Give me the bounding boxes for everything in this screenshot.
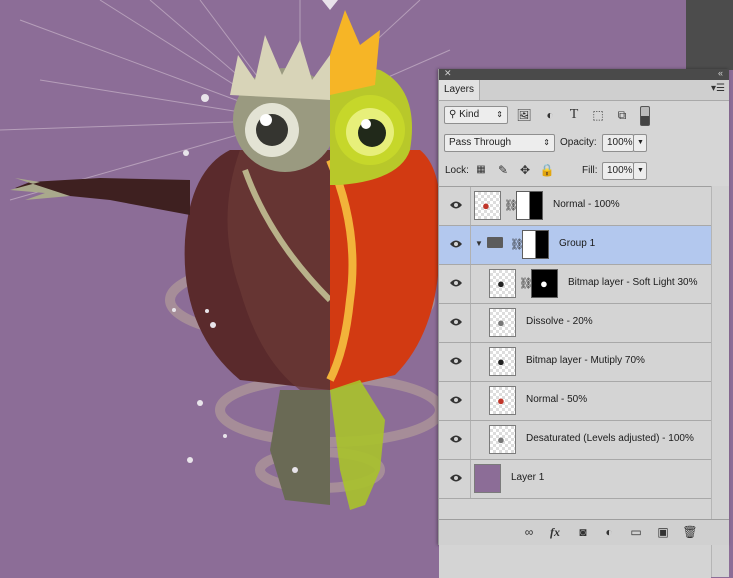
visibility-divider <box>470 421 471 459</box>
folder-icon <box>487 237 503 248</box>
frog-thumbnail-icon: ● <box>497 393 505 408</box>
search-icon: ⚲ <box>449 109 457 120</box>
new-group-icon[interactable]: ▭ <box>628 525 644 539</box>
frog-thumbnail-icon: ● <box>482 198 490 213</box>
layer-row[interactable]: ● Bitmap layer - Mutiply 70% <box>439 343 711 382</box>
layers-panel: ✕ « Layers ▾☰ ⚲ Kind ⇕ 🖼 ◐ T ⬚ ⧉ Pass Th… <box>438 68 729 578</box>
double-chevron-left-icon[interactable]: « <box>718 68 723 78</box>
layer-group-row[interactable]: ▼ ⛓ Group 1 <box>439 226 711 265</box>
opacity-dropdown-button[interactable]: ▼ <box>633 134 647 152</box>
layer-name: Layer 1 <box>511 472 545 483</box>
trash-icon[interactable]: 🗑 <box>682 525 698 539</box>
layer-thumbnail[interactable]: ● <box>474 191 501 220</box>
visibility-eye-icon[interactable] <box>449 473 463 483</box>
layer-name: Desaturated (Levels adjusted) - 100% <box>526 433 694 444</box>
visibility-eye-icon[interactable] <box>449 356 463 366</box>
lock-all-icon[interactable]: 🔒 <box>539 162 555 178</box>
visibility-eye-icon[interactable] <box>449 200 463 210</box>
adjustment-filter-icon[interactable]: ◐ <box>542 107 558 123</box>
group-expand-icon[interactable]: ▼ <box>475 239 483 248</box>
blend-row: Pass Through ⇕ Opacity: 100% ▼ <box>439 129 729 157</box>
visibility-eye-icon[interactable] <box>449 434 463 444</box>
layer-row[interactable]: ● ⛓ Normal - 100% <box>439 187 711 226</box>
layer-thumbnail[interactable]: ● <box>489 308 516 337</box>
layer-name: Dissolve - 20% <box>526 316 593 327</box>
layer-mask-thumbnail[interactable] <box>516 191 543 220</box>
panel-tab-row: Layers ▾☰ <box>439 80 729 101</box>
visibility-divider <box>470 304 471 342</box>
frog-thumbnail-icon: ● <box>497 276 505 291</box>
layer-name: Bitmap layer - Mutiply 70% <box>526 355 645 366</box>
blend-mode-value: Pass Through <box>449 137 512 148</box>
layer-mask-thumbnail[interactable] <box>522 230 549 259</box>
fill-label: Fill: <box>582 165 598 176</box>
filter-row: ⚲ Kind ⇕ 🖼 ◐ T ⬚ ⧉ <box>439 101 729 129</box>
type-filter-icon[interactable]: T <box>566 107 582 123</box>
layer-thumbnail[interactable]: ● <box>489 347 516 376</box>
layer-name: Group 1 <box>559 238 596 249</box>
kind-filter-select[interactable]: ⚲ Kind ⇕ <box>444 106 508 124</box>
lock-transparent-pixels-icon[interactable]: ▦ <box>473 162 489 178</box>
layer-row[interactable]: ● ⛓ ● Bitmap layer - Soft Light 30% <box>439 265 711 304</box>
frog-thumbnail-icon: ● <box>497 315 505 330</box>
layer-mask-thumbnail[interactable]: ● <box>531 269 558 298</box>
visibility-divider <box>470 382 471 420</box>
mask-shape-icon: ● <box>540 276 548 291</box>
link-layers-icon[interactable]: ∞ <box>521 525 537 539</box>
layer-thumbnail[interactable] <box>474 464 501 493</box>
visibility-eye-icon[interactable] <box>449 395 463 405</box>
visibility-eye-icon[interactable] <box>449 317 463 327</box>
lock-image-pixels-icon[interactable]: ✎ <box>495 162 511 178</box>
blend-mode-select[interactable]: Pass Through ⇕ <box>444 134 555 152</box>
layer-name: Normal - 50% <box>526 394 588 405</box>
visibility-divider <box>470 187 471 225</box>
layer-row[interactable]: ● Desaturated (Levels adjusted) - 100% <box>439 421 711 460</box>
tab-layers[interactable]: Layers <box>439 80 480 100</box>
frog-thumbnail-icon: ● <box>497 354 505 369</box>
lock-label: Lock: <box>445 165 469 176</box>
visibility-divider <box>470 226 471 264</box>
visibility-eye-icon[interactable] <box>449 239 463 249</box>
layer-row[interactable]: Layer 1 <box>439 460 711 499</box>
lock-position-icon[interactable]: ✥ <box>517 162 533 178</box>
visibility-eye-icon[interactable] <box>449 278 463 288</box>
stepper-icon: ⇕ <box>543 138 550 147</box>
stepper-icon: ⇕ <box>496 110 503 119</box>
layer-row[interactable]: ● Dissolve - 20% <box>439 304 711 343</box>
fill-dropdown-button[interactable]: ▼ <box>633 162 647 180</box>
shape-filter-icon[interactable]: ⬚ <box>590 107 606 123</box>
fill-field[interactable]: 100% <box>602 162 634 180</box>
new-adjustment-icon[interactable]: ◐ <box>601 525 617 539</box>
image-filter-icon[interactable]: 🖼 <box>516 107 532 123</box>
smart-object-filter-icon[interactable]: ⧉ <box>614 107 630 123</box>
panel-bottom-bar: ∞ fx ◙ ◐ ▭ ▣ 🗑 <box>439 519 729 545</box>
layer-name: Normal - 100% <box>553 199 620 210</box>
layer-row[interactable]: ● Normal - 50% <box>439 382 711 421</box>
panel-titlebar[interactable]: ✕ « <box>439 68 729 80</box>
filter-toggle-icon[interactable] <box>640 106 650 126</box>
layer-thumbnail[interactable]: ● <box>489 269 516 298</box>
layer-thumbnail[interactable]: ● <box>489 386 516 415</box>
lock-row: Lock: ▦ ✎ ✥ 🔒 Fill: 100% ▼ <box>439 157 729 185</box>
opacity-label: Opacity: <box>560 137 597 148</box>
workspace-gutter <box>686 0 733 70</box>
fx-icon[interactable]: fx <box>547 525 563 539</box>
visibility-divider <box>470 265 471 303</box>
frog-thumbnail-icon: ● <box>497 432 505 447</box>
layer-name: Bitmap layer - Soft Light 30% <box>568 277 698 288</box>
panel-menu-icon[interactable]: ▾☰ <box>711 83 725 94</box>
layer-thumbnail[interactable]: ● <box>489 425 516 454</box>
close-icon[interactable]: ✕ <box>444 68 452 79</box>
kind-filter-label: Kind <box>459 109 480 120</box>
visibility-divider <box>470 343 471 381</box>
new-layer-icon[interactable]: ▣ <box>655 525 671 539</box>
add-mask-icon[interactable]: ◙ <box>575 525 591 539</box>
opacity-field[interactable]: 100% <box>602 134 634 152</box>
visibility-divider <box>470 460 471 498</box>
